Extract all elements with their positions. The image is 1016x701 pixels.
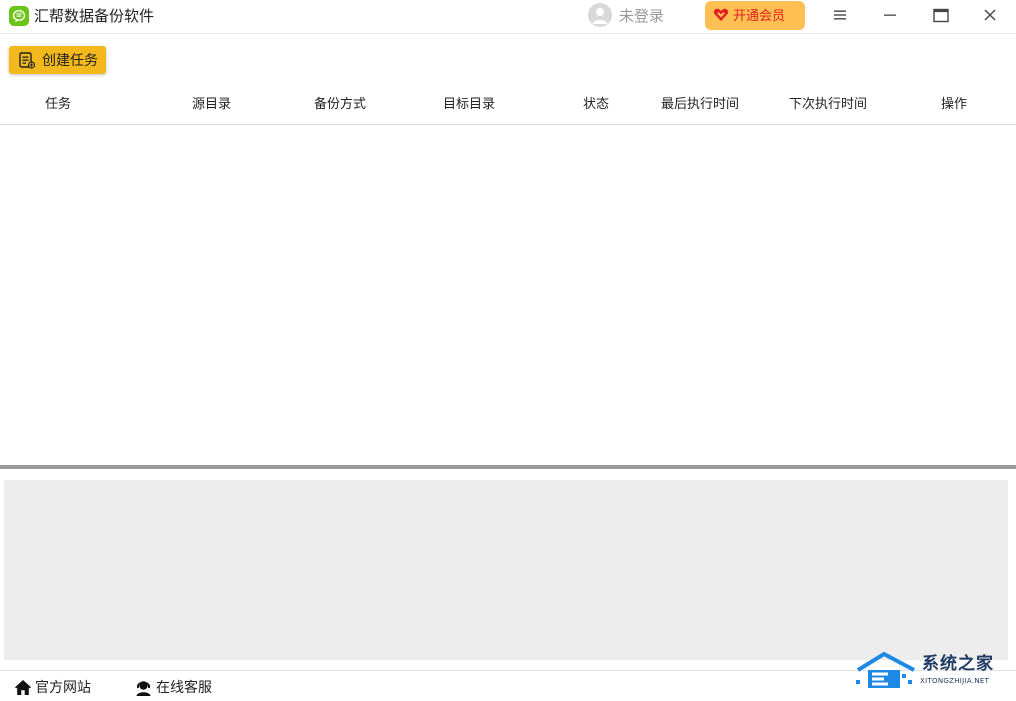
create-task-icon (18, 52, 36, 72)
minimize-button[interactable] (870, 0, 910, 30)
watermark-text: 系统之家 (922, 654, 994, 674)
official-website-link[interactable]: 官方网站 (35, 679, 91, 697)
column-header-last-run[interactable]: 最后执行时间 (661, 96, 739, 113)
maximize-icon (933, 8, 949, 23)
column-header-actions[interactable]: 操作 (941, 96, 967, 113)
column-header-status[interactable]: 状态 (583, 96, 609, 113)
hamburger-menu-icon (834, 10, 846, 20)
watermark-subtext: XITONGZHIJIA.NET (920, 677, 990, 685)
home-icon[interactable] (14, 679, 32, 700)
log-panel (4, 480, 1008, 660)
customer-service-icon[interactable] (135, 679, 152, 700)
column-header-task[interactable]: 任务 (45, 96, 71, 113)
vip-button[interactable]: 开通会员 (705, 1, 805, 30)
site-watermark: 系统之家 XITONGZHIJIA.NET (854, 650, 1014, 692)
column-header-next-run[interactable]: 下次执行时间 (789, 96, 867, 113)
app-logo-icon (9, 6, 29, 26)
maximize-button[interactable] (920, 0, 960, 30)
task-table-header: 任务 源目录 备份方式 目标目录 状态 最后执行时间 下次执行时间 操作 (0, 86, 1016, 125)
login-link[interactable]: 未登录 (619, 6, 664, 26)
house-logo-icon (856, 651, 915, 688)
app-title: 汇帮数据备份软件 (34, 7, 155, 25)
panel-splitter[interactable] (0, 465, 1016, 469)
column-header-target-dir[interactable]: 目标目录 (443, 96, 495, 113)
close-button[interactable] (970, 0, 1010, 30)
user-avatar-icon[interactable] (588, 3, 612, 27)
minimize-icon (884, 14, 896, 16)
column-header-source-dir[interactable]: 源目录 (192, 96, 231, 113)
vip-label: 开通会员 (733, 8, 786, 23)
menu-button[interactable] (820, 0, 860, 30)
diamond-heart-icon (713, 7, 729, 26)
create-task-button[interactable]: 创建任务 (9, 46, 106, 74)
task-table-body (0, 125, 1016, 465)
create-task-label: 创建任务 (42, 52, 98, 68)
column-header-backup-mode[interactable]: 备份方式 (314, 96, 366, 113)
online-support-link[interactable]: 在线客服 (156, 679, 212, 697)
title-bar: 汇帮数据备份软件 未登录 开通会员 (0, 0, 1016, 34)
close-icon (984, 9, 996, 21)
